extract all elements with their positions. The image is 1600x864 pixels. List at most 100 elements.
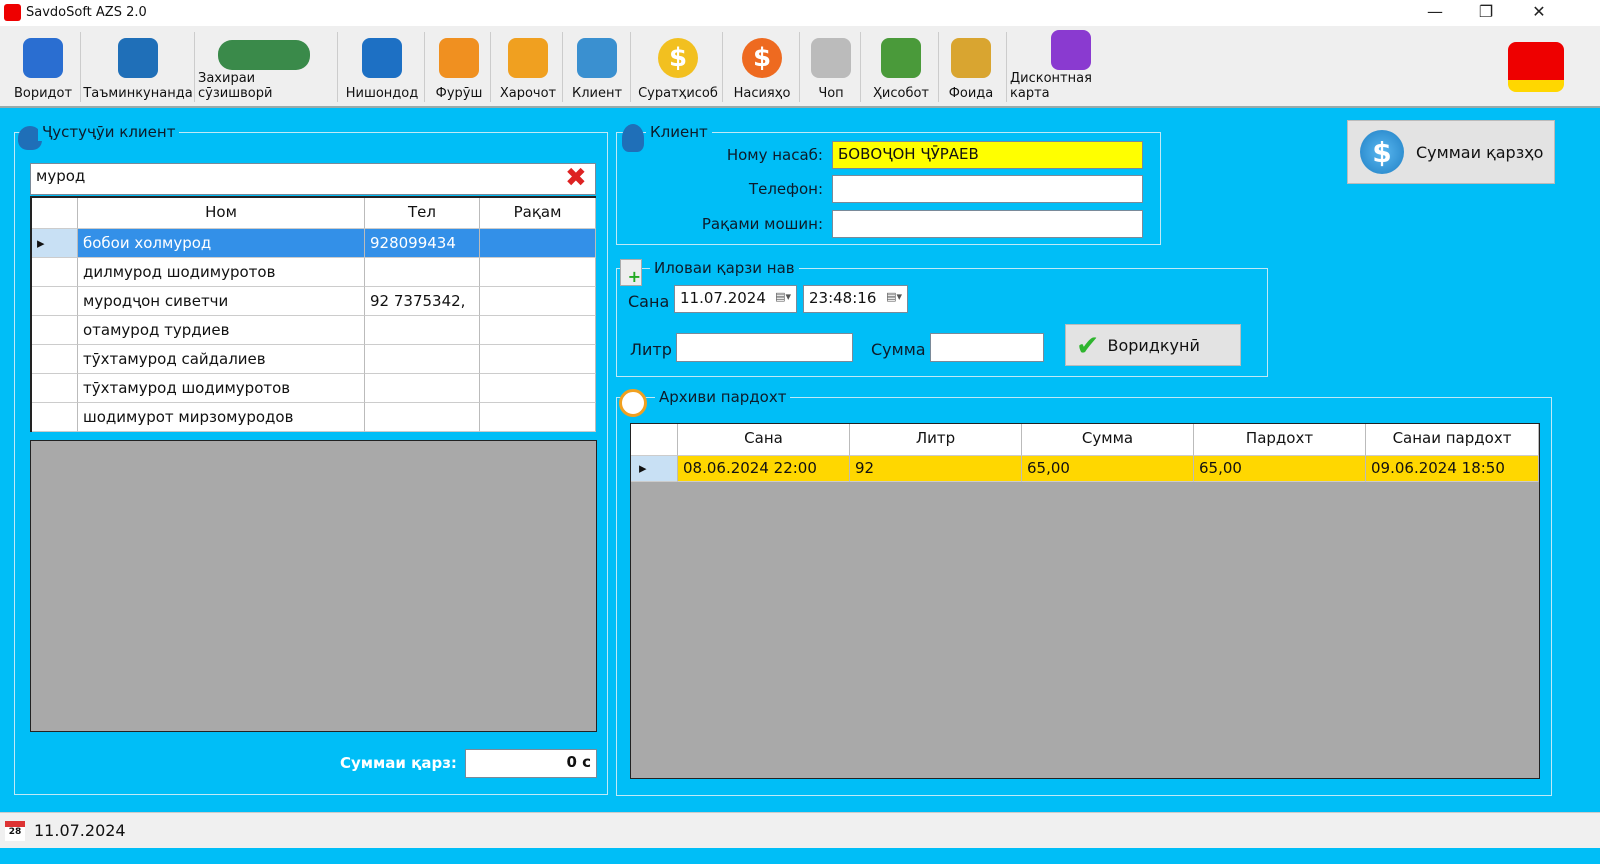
client-search-input[interactable]: мурод <box>30 163 596 195</box>
column-header[interactable]: Санаи пардохт <box>1366 424 1539 456</box>
toolbar-button-1[interactable]: Таъминкунанда <box>83 26 193 106</box>
archive-cell[interactable]: 08.06.2024 22:00 <box>678 456 850 482</box>
time-dropdown-icon[interactable]: ▤▾ <box>886 290 902 303</box>
car-number-field[interactable] <box>832 210 1143 238</box>
submit-label: Воридкунӣ <box>1107 335 1200 355</box>
toolbar-button-7[interactable]: $ Суратҳисоб <box>638 26 718 106</box>
toolbar-button-8[interactable]: $ Насияҳо <box>730 26 794 106</box>
column-header[interactable]: Сумма <box>1022 424 1194 456</box>
toolbar-label: Фоида <box>948 86 994 101</box>
client-cell[interactable] <box>365 403 480 432</box>
clock-icon <box>619 389 647 417</box>
toolbar-button-11[interactable]: Фоида <box>942 26 1000 106</box>
car-number-label: Рақами мошин: <box>701 215 823 233</box>
row-header[interactable]: ▸ <box>631 456 678 482</box>
time-picker[interactable]: 23:48:16 ▤▾ <box>803 285 908 313</box>
fuel-pump-icon <box>356 34 408 82</box>
archive-cell[interactable]: 65,00 <box>1194 456 1366 482</box>
client-cell[interactable] <box>480 316 596 345</box>
client-cell[interactable]: тӯхтамурод сайдалиев <box>78 345 365 374</box>
column-header[interactable]: Литр <box>850 424 1022 456</box>
client-cell[interactable]: муродҷон сиветчи <box>78 287 365 316</box>
debts-total-button[interactable]: $ Суммаи қарзҳо <box>1347 120 1555 184</box>
sum-input[interactable] <box>930 333 1044 362</box>
client-cell[interactable] <box>480 229 596 258</box>
date-picker[interactable]: 11.07.2024 ▤▾ <box>674 285 797 313</box>
client-person-icon <box>622 124 644 152</box>
client-cell[interactable]: тӯхтамурод шодимуротов <box>78 374 365 403</box>
client-cell[interactable]: 928099434 <box>365 229 480 258</box>
toolbar-button-4[interactable]: Фурӯш <box>430 26 488 106</box>
archive-cell[interactable]: 09.06.2024 18:50 <box>1366 456 1539 482</box>
client-cell[interactable] <box>480 287 596 316</box>
column-header[interactable]: Пардохт <box>1194 424 1366 456</box>
submit-debt-button[interactable]: ✔ Воридкунӣ <box>1065 324 1241 366</box>
column-header[interactable]: Ном <box>78 198 365 229</box>
close-button[interactable]: ✕ <box>1519 2 1559 24</box>
toolbar-button-5[interactable]: Харочот <box>496 26 560 106</box>
search-panel-title: Ҷустуҷӯи клиент <box>38 123 180 141</box>
app-logo-icon <box>4 4 21 21</box>
column-header[interactable]: Сана <box>678 424 850 456</box>
status-bar: 28 11.07.2024 <box>0 812 1600 848</box>
toolbar-separator <box>80 32 81 102</box>
client-cell[interactable] <box>365 258 480 287</box>
toolbar-button-12[interactable]: Дисконтная карта <box>1010 26 1132 106</box>
client-cell[interactable] <box>480 374 596 403</box>
toolbar-separator <box>722 32 723 102</box>
fuel-truck-icon <box>17 34 69 82</box>
savdo-soft-logo <box>1508 42 1564 92</box>
client-cell[interactable] <box>480 258 596 287</box>
client-cell[interactable]: шодимурот мирзомуродов <box>78 403 365 432</box>
debt-total-value: 0 с <box>465 749 597 778</box>
minimize-button[interactable]: — <box>1415 2 1455 24</box>
dollar-coin-icon: $ <box>652 34 704 82</box>
column-header[interactable]: Тел <box>365 198 480 229</box>
date-value: 11.07.2024 <box>680 289 766 307</box>
liter-input[interactable] <box>676 333 853 362</box>
client-phone-field[interactable] <box>832 175 1143 203</box>
toolbar-button-3[interactable]: Нишондод <box>344 26 420 106</box>
client-cell[interactable]: дилмурод шодимуротов <box>78 258 365 287</box>
row-header[interactable] <box>32 403 78 432</box>
title-bar: SavdoSoft AZS 2.0 — ❐ ✕ <box>0 0 1600 26</box>
toolbar-label: Фурӯш <box>435 86 483 101</box>
toolbar-label: Харочот <box>499 86 557 101</box>
discount-card-icon <box>1045 26 1097 70</box>
toolbar-button-0[interactable]: Воридот <box>8 26 78 106</box>
client-cell[interactable] <box>480 403 596 432</box>
client-cell[interactable] <box>480 345 596 374</box>
client-name-field[interactable]: БОВОҶОН ҶӮРАЕВ <box>832 141 1143 169</box>
row-header[interactable]: ▸ <box>32 229 78 258</box>
client-cell[interactable] <box>365 345 480 374</box>
row-header[interactable] <box>32 287 78 316</box>
toolbar-label: Насияҳо <box>733 86 791 101</box>
row-header[interactable] <box>32 316 78 345</box>
row-header[interactable] <box>32 258 78 287</box>
phone-label: Телефон: <box>748 180 823 198</box>
archive-cell[interactable]: 65,00 <box>1022 456 1194 482</box>
toolbar-button-10[interactable]: Ҳисобот <box>868 26 934 106</box>
toolbar-separator <box>799 32 800 102</box>
row-header[interactable] <box>32 345 78 374</box>
toolbar-label: Дисконтная карта <box>1010 71 1092 101</box>
toolbar-button-2[interactable]: Захираи сӯзишворӣ <box>198 26 330 106</box>
toolbar-separator <box>337 32 338 102</box>
clear-search-icon[interactable]: ✖ <box>565 163 587 193</box>
column-header[interactable]: Рақам <box>480 198 596 229</box>
toolbar-button-6[interactable]: Клиент <box>568 26 626 106</box>
bar-chart-icon <box>502 34 554 82</box>
calendar-dropdown-icon[interactable]: ▤▾ <box>775 290 791 303</box>
client-cell[interactable] <box>365 316 480 345</box>
printer-icon <box>805 34 857 82</box>
client-cell[interactable]: 92 7375342, <box>365 287 480 316</box>
archive-cell[interactable]: 92 <box>850 456 1022 482</box>
toolbar-button-9[interactable]: Чоп <box>806 26 856 106</box>
client-cell[interactable]: бобои холмурод <box>78 229 365 258</box>
archive-grid: Сана Литр Сумма Пардохт Санаи пардохт ▸ 08.06.… <box>630 423 1540 779</box>
client-cell[interactable]: отамурод турдиев <box>78 316 365 345</box>
row-header[interactable] <box>32 374 78 403</box>
restore-button[interactable]: ❐ <box>1466 2 1506 24</box>
row-header-corner <box>631 424 678 456</box>
client-cell[interactable] <box>365 374 480 403</box>
